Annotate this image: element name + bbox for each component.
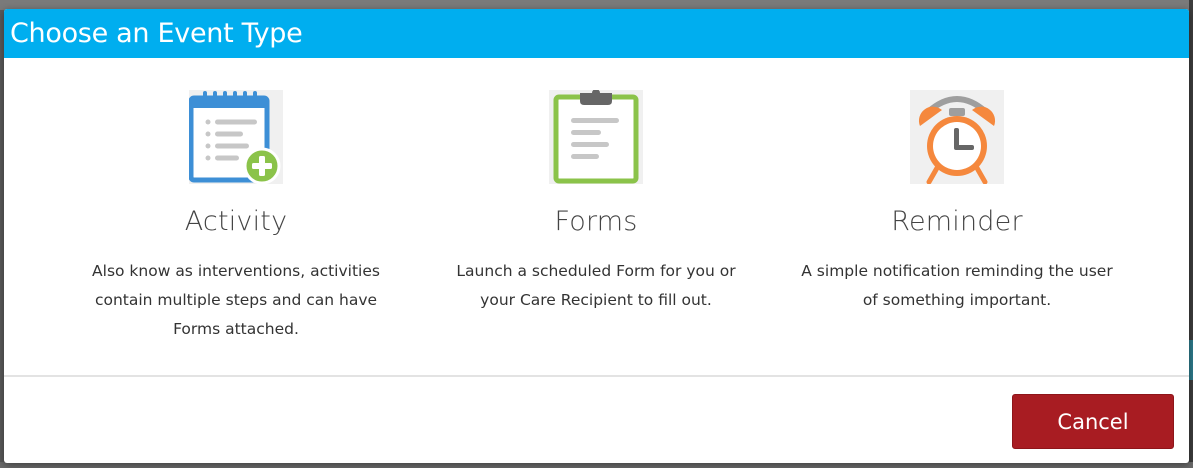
modal-title: Choose an Event Type xyxy=(10,18,303,49)
option-forms[interactable]: Forms Launch a scheduled Form for you or… xyxy=(436,90,756,315)
option-title: Activity xyxy=(184,206,288,237)
event-type-modal: Choose an Event Type Activity Also know … xyxy=(4,9,1189,463)
option-description: A simple notification reminding the user… xyxy=(801,262,1113,309)
modal-header: Choose an Event Type xyxy=(4,9,1189,58)
background-accent xyxy=(1189,340,1193,380)
modal-footer-divider xyxy=(4,375,1189,377)
event-type-options: Activity Also know as interventions, act… xyxy=(4,58,1189,376)
notebook-add-icon xyxy=(189,90,283,184)
option-activity[interactable]: Activity Also know as interventions, act… xyxy=(76,90,396,344)
cancel-button[interactable]: Cancel xyxy=(1012,394,1174,449)
option-title: Forms xyxy=(554,206,638,237)
option-description: Launch a scheduled Form for you or your … xyxy=(456,262,736,309)
clipboard-icon xyxy=(549,90,643,184)
option-title: Reminder xyxy=(891,206,1023,237)
option-reminder[interactable]: Reminder A simple notification reminding… xyxy=(797,90,1117,315)
background-right-strip xyxy=(1189,0,1193,468)
alarm-clock-icon xyxy=(910,90,1004,184)
option-description: Also know as interventions, activities c… xyxy=(92,262,380,338)
